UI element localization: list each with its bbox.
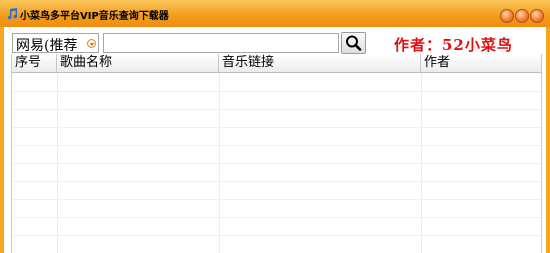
column-header-music-link[interactable]: 音乐链接 (219, 54, 421, 72)
row-divider (12, 91, 541, 92)
row-divider (12, 199, 541, 200)
chevron-down-icon[interactable] (87, 39, 96, 48)
table-header: 序号 歌曲名称 音乐链接 作者 (12, 54, 541, 73)
column-header-author[interactable]: 作者 (421, 54, 541, 72)
window-title: 小菜鸟多平台VIP音乐查询下载器 (20, 11, 169, 22)
row-divider (12, 181, 541, 182)
column-header-song-name[interactable]: 歌曲名称 (57, 54, 219, 72)
search-button[interactable] (341, 32, 366, 54)
results-table[interactable]: 序号 歌曲名称 音乐链接 作者 (11, 54, 542, 253)
toolbar: 网易(推荐 作者：52小菜鸟 (4, 27, 546, 57)
music-note-icon (7, 8, 18, 20)
author-label: 作者：52小菜鸟 (394, 36, 513, 54)
row-divider (12, 163, 541, 164)
row-divider (12, 235, 541, 236)
maximize-button[interactable] (515, 9, 529, 23)
row-divider (12, 217, 541, 218)
row-divider (12, 109, 541, 110)
platform-select[interactable]: 网易(推荐 (12, 33, 99, 54)
row-divider (12, 127, 541, 128)
column-header-index[interactable]: 序号 (12, 54, 57, 72)
window-controls (499, 8, 544, 23)
title-bar[interactable]: 小菜鸟多平台VIP音乐查询下载器 (0, 0, 550, 27)
magnifier-icon (346, 35, 362, 51)
row-divider (12, 145, 541, 146)
close-button[interactable] (530, 9, 544, 23)
app-window: 小菜鸟多平台VIP音乐查询下载器 网易(推荐 作者：52小菜鸟 序号 歌曲名称 … (0, 0, 550, 253)
minimize-button[interactable] (500, 9, 514, 23)
platform-select-value: 网易(推荐 (16, 38, 78, 54)
search-input[interactable] (103, 33, 339, 53)
main-panel: 网易(推荐 作者：52小菜鸟 序号 歌曲名称 音乐链接 作者 (4, 27, 546, 253)
